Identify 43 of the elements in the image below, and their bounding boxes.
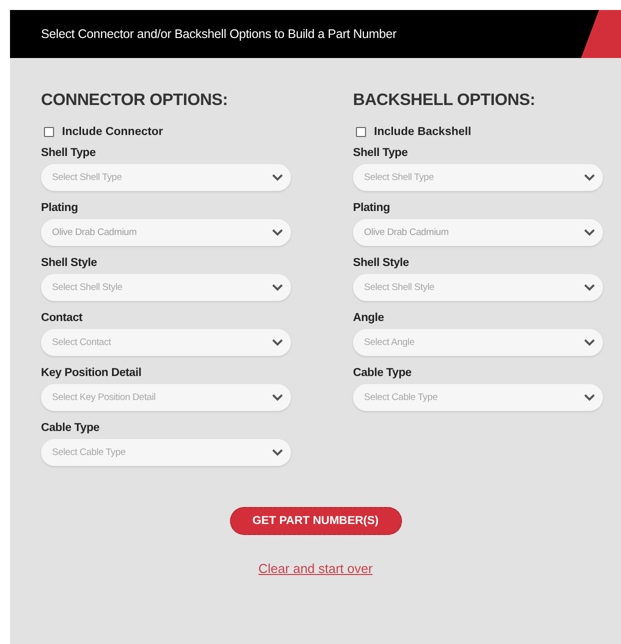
checkbox[interactable]: [356, 127, 366, 137]
checkbox-label: Include Backshell: [374, 126, 472, 138]
field-label: Contact: [41, 312, 84, 324]
select-field[interactable]: Olive Drab Cadmium: [41, 219, 291, 246]
select-field[interactable]: Select Shell Style: [353, 274, 603, 301]
corner-stripe-drawing: [581, 10, 621, 58]
field-label: Cable Type: [353, 367, 412, 379]
field-label: Shell Type: [353, 147, 409, 159]
select-field[interactable]: Select Cable Type: [353, 384, 603, 411]
chevron-down-icon: [272, 284, 283, 291]
chevron-down-icon: [272, 339, 283, 346]
chevron-down-icon: [584, 284, 595, 291]
chevron-down-icon: [272, 394, 283, 401]
field-label: Cable Type: [41, 422, 100, 434]
section-heading: CONNECTOR OPTIONS:: [41, 91, 229, 110]
field-label: Shell Type: [41, 147, 97, 159]
field-label: Plating: [353, 202, 391, 214]
section-heading: BACKSHELL OPTIONS:: [353, 91, 536, 110]
field-label: Shell Style: [353, 257, 410, 269]
chevron-down-icon: [584, 229, 595, 236]
clear-link[interactable]: Clear and start over: [258, 561, 373, 576]
select-field[interactable]: Select Shell Style: [41, 274, 291, 301]
chevron-down-icon: [584, 394, 595, 401]
select-field[interactable]: Select Cable Type: [41, 439, 291, 466]
chevron-down-icon: [272, 174, 283, 181]
checkbox-label: Include Connector: [62, 126, 163, 138]
get-part-numbers-button[interactable]: GET PART NUMBER(S): [230, 507, 402, 535]
chevron-down-icon: [584, 174, 595, 181]
header-title: Select Connector and/or Backshell Options to Build a Part Number: [41, 27, 396, 41]
chevron-down-icon: [272, 449, 283, 456]
select-field[interactable]: Olive Drab Cadmium: [353, 219, 603, 246]
select-field[interactable]: Select Contact: [41, 329, 291, 356]
checkbox[interactable]: [44, 127, 54, 137]
chevron-down-icon: [584, 339, 595, 346]
select-field[interactable]: Select Angle: [353, 329, 603, 356]
select-field[interactable]: Select Shell Type: [41, 164, 291, 191]
field-label: Shell Style: [41, 257, 98, 269]
chevron-down-icon: [272, 229, 283, 236]
select-field[interactable]: Select Key Position Detail: [41, 384, 291, 411]
field-label: Key Position Detail: [41, 367, 142, 379]
field-label: Angle: [353, 312, 385, 324]
select-field[interactable]: Select Shell Type: [353, 164, 603, 191]
field-label: Plating: [41, 202, 79, 214]
